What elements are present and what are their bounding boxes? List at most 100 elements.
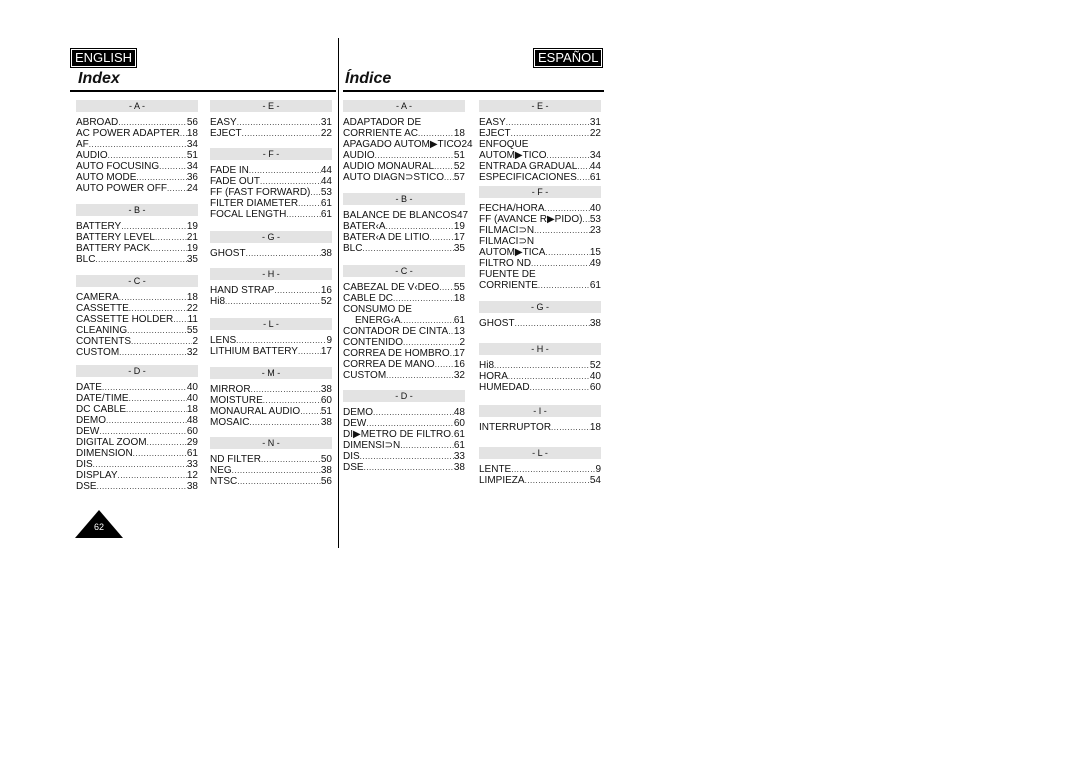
dot-leader: ........................................…	[374, 151, 454, 160]
dot-leader: ........................................…	[248, 166, 321, 175]
index-entry: MOSAIC..................................…	[210, 417, 332, 428]
entry-term: LIMPIEZA	[479, 475, 525, 486]
entry-page-number: 38	[453, 462, 465, 473]
entry-page-number: 48	[453, 407, 465, 418]
dot-leader: ........................................…	[393, 294, 454, 303]
index-entry: INTERRUPTOR.............................…	[479, 422, 601, 433]
page-number: 62	[93, 522, 104, 532]
index-entry: FILTER DIAMETER.........................…	[210, 198, 332, 209]
entry-page-number: 19	[186, 221, 198, 232]
entry-term: DSE	[76, 481, 97, 492]
entry-term: HUMEDAD	[479, 382, 530, 393]
index-entry: BLC.....................................…	[343, 243, 465, 254]
entry-term: HAND STRAP	[210, 285, 275, 296]
index-section: - H - HAND STRAP.........................…	[210, 268, 332, 307]
dot-leader: ........................................…	[507, 372, 590, 381]
index-section: - L - LENTE..............................…	[479, 447, 601, 486]
index-entry: AC POWER ADAPTER........................…	[76, 128, 198, 139]
index-section: - L - LENS...............................…	[210, 318, 332, 357]
index-entry: MOISTURE................................…	[210, 395, 332, 406]
index-entry: BATTERY LEVEL...........................…	[76, 232, 198, 243]
entry-page-number: 61	[186, 448, 198, 459]
dot-leader: ........................................…	[101, 383, 187, 392]
dot-leader: ........................................…	[359, 452, 454, 461]
entry-term: ENERG‹A	[355, 315, 401, 326]
entry-term: FADE OUT	[210, 176, 261, 187]
entry-term: EASY	[479, 117, 506, 128]
dot-leader: ........................................…	[150, 244, 187, 253]
index-entry: CONTENTS................................…	[76, 336, 198, 347]
section-letter-header: - B -	[343, 193, 465, 205]
dot-leader: ........................................…	[88, 140, 187, 149]
entry-page-number: 57	[453, 172, 465, 183]
entry-page-number: 38	[320, 384, 332, 395]
entry-page-number: 34	[186, 161, 198, 172]
index-entry: AUDIO MONAURAL..........................…	[343, 161, 465, 172]
entry-page-number: 32	[186, 347, 198, 358]
dot-leader: ........................................…	[286, 210, 321, 219]
index-entry: AUTOM▶TICA..............................…	[479, 247, 601, 258]
espanol-badge: ESPAÑOL	[533, 48, 604, 68]
index-entry: AUTO MODE...............................…	[76, 172, 198, 183]
entry-term: INTERRUPTOR	[479, 422, 552, 433]
dot-leader: ........................................…	[546, 151, 590, 160]
entry-page-number: 18	[186, 128, 198, 139]
dot-leader: ........................................…	[241, 129, 321, 138]
entry-term: DEW	[343, 418, 367, 429]
index-entry: HUMEDAD.................................…	[479, 382, 601, 393]
entry-term: BLC	[343, 243, 363, 254]
index-entry: EJECT...................................…	[479, 128, 601, 139]
entry-term: CLEANING	[76, 325, 128, 336]
index-entry: DATE/TIME...............................…	[76, 393, 198, 404]
index-section: - M - MIRROR.............................…	[210, 367, 332, 428]
index-entry: LENS....................................…	[210, 335, 332, 346]
entry-term: LITHIUM BATTERY	[210, 346, 298, 357]
left-rule	[70, 90, 336, 92]
entry-term: AUTO DIAGN⊃STICO	[343, 172, 444, 183]
entry-term: DIGITAL ZOOM	[76, 437, 147, 448]
index-page: ENGLISH ESPAÑOL Index Índice - A - ABROAD…	[0, 0, 1080, 763]
dot-leader: ........................................…	[494, 361, 590, 370]
entry-page-number: 33	[186, 459, 198, 470]
entry-term: CORRIENTE	[479, 280, 538, 291]
entry-term: AUDIO	[76, 150, 108, 161]
dot-leader: ........................................…	[510, 129, 590, 138]
index-entry: AUTO DIAGN⊃STICO........................…	[343, 172, 465, 183]
index-entry: DIMENSION...............................…	[76, 448, 198, 459]
entry-term: DATE	[76, 382, 102, 393]
dot-leader: ........................................…	[310, 188, 321, 197]
dot-leader: ........................................…	[118, 293, 187, 302]
index-section: - A - ABROAD.............................…	[76, 100, 198, 194]
dot-leader: ........................................…	[363, 463, 454, 472]
dot-leader: ........................................…	[131, 337, 192, 346]
section-letter-header: - D -	[76, 365, 198, 377]
entry-page-number: 33	[453, 451, 465, 462]
entry-page-number: 53	[589, 214, 601, 225]
dot-leader: ........................................…	[250, 385, 321, 394]
entry-page-number: 61	[320, 209, 332, 220]
entry-page-number: 21	[186, 232, 198, 243]
index-entry: FOCAL LENGTH............................…	[210, 209, 332, 220]
index-section: - G - GHOST..............................…	[479, 301, 601, 329]
entry-term: ND FILTER	[210, 454, 261, 465]
index-section: - F - FADE IN............................…	[210, 148, 332, 220]
index-entry: CORRIENTE...............................…	[479, 280, 601, 291]
index-entry: Hi8.....................................…	[210, 296, 332, 307]
index-entry: ENTRADA GRADUAL.........................…	[479, 161, 601, 172]
entry-page-number: 47	[456, 210, 469, 221]
index-section: - H - Hi8................................…	[479, 343, 601, 393]
index-entry: DEMO....................................…	[76, 415, 198, 426]
entry-term: CABEZAL DE V‹DEO	[343, 282, 440, 293]
entry-page-number: 44	[320, 176, 332, 187]
index-entry: DEW.....................................…	[76, 426, 198, 437]
entry-page-number: 60	[186, 426, 198, 437]
dot-leader: ........................................…	[146, 438, 187, 447]
entry-term: DIS	[343, 451, 360, 462]
entry-page-number: 18	[186, 404, 198, 415]
entry-term: EASY	[210, 117, 237, 128]
entry-page-number: 56	[320, 476, 332, 487]
entry-page-number: 2	[459, 337, 465, 348]
entry-term: MIRROR	[210, 384, 251, 395]
entry-term: BATTERY	[76, 221, 122, 232]
index-entry: LITHIUM BATTERY.........................…	[210, 346, 332, 357]
